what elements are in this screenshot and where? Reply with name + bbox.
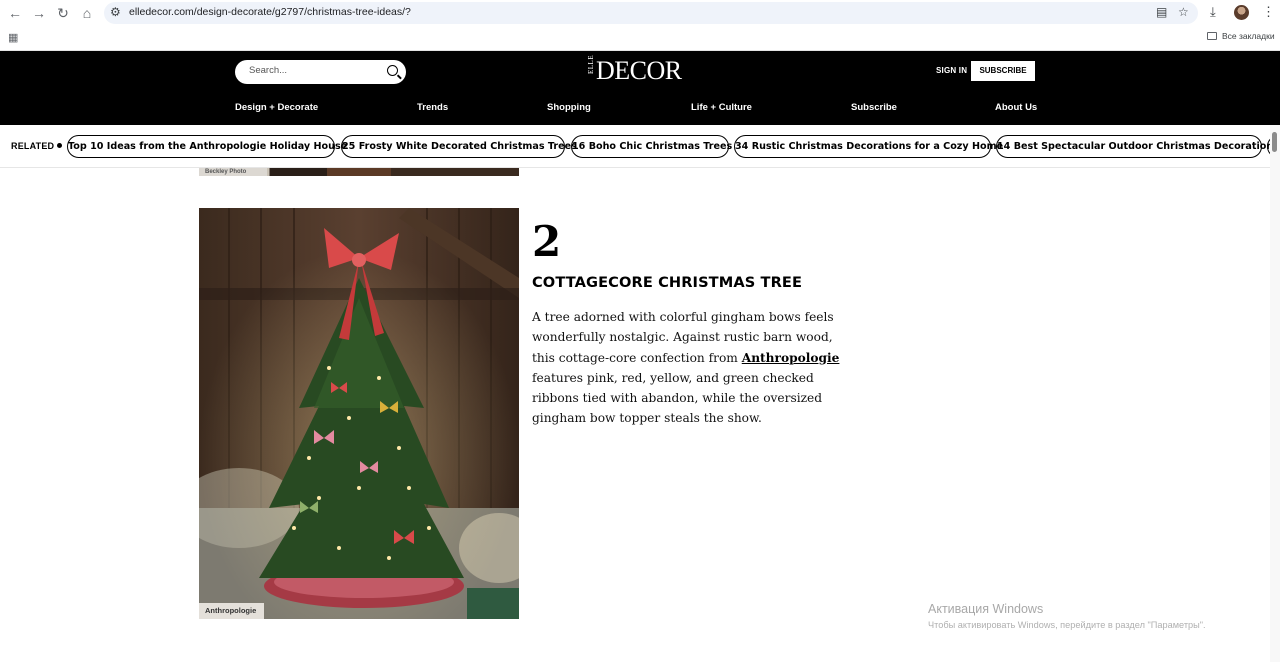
page-scrollbar[interactable] xyxy=(1270,125,1280,662)
body-line: gingham bow topper steals the show. xyxy=(532,411,762,426)
related-link-2[interactable]: 25 Frosty White Decorated Christmas Tree… xyxy=(341,135,577,158)
all-bookmarks[interactable]: Все закладки xyxy=(1207,31,1275,41)
image-credit: Anthropologie xyxy=(199,603,265,619)
related-label: RELATED xyxy=(11,141,63,151)
subscribe-button[interactable]: SUBSCRIBE xyxy=(971,61,1035,81)
scrollbar-thumb[interactable] xyxy=(1272,132,1277,152)
anthropologie-link[interactable]: Anthropologie xyxy=(742,351,840,365)
previous-image-credit: Beckley Photo xyxy=(199,168,267,176)
windows-activation-subtitle: Чтобы активировать Windows, перейдите в … xyxy=(928,620,1206,630)
home-icon[interactable]: ⌂ xyxy=(78,4,96,22)
folder-icon xyxy=(1207,32,1217,40)
menu-kebab-icon[interactable]: ⋮ xyxy=(1262,4,1275,20)
tree-illustration xyxy=(199,208,519,619)
logo-elle: ELLE xyxy=(587,54,595,74)
related-link-4[interactable]: 34 Rustic Christmas Decorations for a Co… xyxy=(734,135,1003,158)
nav-design-decorate[interactable]: Design + Decorate xyxy=(235,102,318,113)
body-line: this cottage-core confection from Anthro… xyxy=(532,348,839,368)
item-number: 2 xyxy=(532,217,562,266)
site-logo[interactable]: ELLEDECOR xyxy=(586,54,682,85)
site-info-icon[interactable]: ⚙ xyxy=(110,5,121,19)
body-line-text: this cottage-core confection from xyxy=(532,350,742,365)
logo-decor: DECOR xyxy=(596,56,682,85)
download-icon[interactable]: ⤓ xyxy=(1210,4,1216,20)
body-line: wonderfully nostalgic. Against rustic ba… xyxy=(532,330,833,345)
url-text[interactable]: elledecor.com/design-decorate/g2797/chri… xyxy=(129,6,411,18)
translate-icon[interactable]: ▤ xyxy=(1156,5,1167,19)
browser-chrome: ← → ↻ ⌂ ⚙ elledecor.com/design-decorate/… xyxy=(0,0,1280,51)
nav-shopping[interactable]: Shopping xyxy=(547,102,591,113)
related-link-5[interactable]: 14 Best Spectacular Outdoor Christmas De… xyxy=(996,135,1270,158)
related-link-1[interactable]: Top 10 Ideas from the Anthropologie Holi… xyxy=(67,135,347,158)
search-icon[interactable] xyxy=(387,65,398,76)
windows-activation-title: Активация Windows xyxy=(928,602,1044,616)
body-line: ribbons tied with abandon, while the ove… xyxy=(532,391,823,406)
all-bookmarks-label: Все закладки xyxy=(1222,31,1275,41)
related-strip: RELATED Top 10 Ideas from the Anthropolo… xyxy=(0,125,1270,168)
related-link-3[interactable]: 16 Boho Chic Christmas Trees xyxy=(571,135,732,158)
nav-trends[interactable]: Trends xyxy=(417,102,448,113)
forward-icon[interactable]: → xyxy=(30,4,48,22)
sign-in-link[interactable]: SIGN IN xyxy=(936,66,967,75)
address-bar[interactable]: ⚙ elledecor.com/design-decorate/g2797/ch… xyxy=(104,2,1198,24)
body-line: A tree adorned with colorful gingham bow… xyxy=(532,310,834,324)
tree-photo[interactable] xyxy=(199,208,519,619)
body-line: features pink, red, yellow, and green ch… xyxy=(532,370,814,385)
nav-subscribe[interactable]: Subscribe xyxy=(851,102,897,113)
site-search[interactable] xyxy=(235,60,406,84)
item-title: COTTAGECORE CHRISTMAS TREE xyxy=(532,274,803,291)
nav-life-culture[interactable]: Life + Culture xyxy=(691,102,752,113)
site-header: ELLEDECOR SIGN IN SUBSCRIBE Design + Dec… xyxy=(0,51,1280,125)
bookmark-star-icon[interactable]: ☆ xyxy=(1178,5,1189,19)
related-dot-icon xyxy=(57,143,63,148)
back-icon[interactable]: ← xyxy=(6,4,24,22)
related-label-text: RELATED xyxy=(11,141,55,151)
item-description: A tree adorned with colorful gingham bow… xyxy=(532,307,839,429)
reload-icon[interactable]: ↻ xyxy=(54,4,72,22)
apps-grid-icon[interactable]: ▦ xyxy=(8,31,18,44)
nav-about-us[interactable]: About Us xyxy=(995,102,1037,113)
profile-avatar[interactable] xyxy=(1234,5,1249,20)
search-input[interactable] xyxy=(249,65,379,76)
